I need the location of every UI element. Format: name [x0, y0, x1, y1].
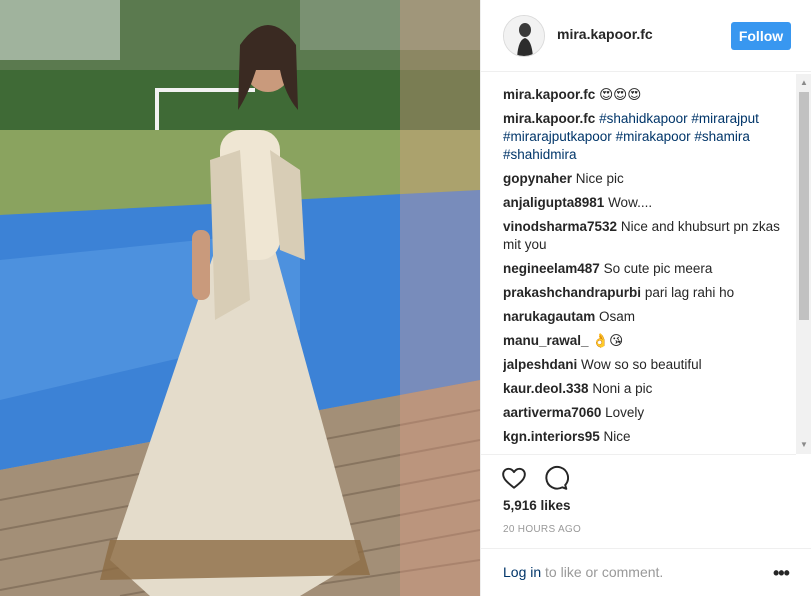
comment-text: pari lag rahi ho	[644, 285, 735, 300]
post-actions	[481, 454, 796, 494]
login-prompt-text: to like or comment.	[541, 564, 664, 580]
scroll-down-arrow-icon[interactable]: ▼	[796, 438, 811, 452]
login-link[interactable]: Log in	[503, 564, 541, 580]
comments-scrollbar[interactable]: ▲ ▼	[796, 74, 811, 454]
avatar-image	[504, 16, 544, 56]
photo-illustration	[0, 0, 480, 596]
caption-username[interactable]: mira.kapoor.fc	[503, 87, 595, 102]
author-avatar[interactable]	[503, 15, 545, 57]
likes-count[interactable]: 5,916 likes	[503, 498, 571, 513]
follow-button[interactable]: Follow	[731, 22, 791, 50]
comment-text: So cute pic meera	[603, 261, 713, 276]
comment-text: Osam	[599, 309, 636, 324]
hashtag-link[interactable]: #mirarajput	[691, 111, 759, 126]
comment-username[interactable]: manu_rawal_	[503, 333, 589, 348]
comment-username[interactable]: narukagautam	[503, 309, 595, 324]
comment-username[interactable]: mira.kapoor.fc	[503, 111, 595, 126]
caption-text: 😍😍😍	[599, 87, 642, 102]
comment-text: Lovely	[605, 405, 645, 420]
comment-text: Wow so so beautiful	[581, 357, 702, 372]
post-photo[interactable]	[0, 0, 480, 596]
comment-row: anjaligupta8981 Wow....	[503, 194, 793, 212]
hashtag-link[interactable]: #mirakapoor	[616, 129, 691, 144]
hashtag-link[interactable]: #shahidmira	[503, 147, 577, 162]
comment-username[interactable]: gopynaher	[503, 171, 572, 186]
comment-username[interactable]: kaur.deol.338	[503, 381, 589, 396]
hashtag-link[interactable]: #mirarajputkapoor	[503, 129, 612, 144]
comment-text: Wow....	[608, 195, 653, 210]
hashtag-link[interactable]: #shahidkapoor	[599, 111, 688, 126]
comment-row: vinodsharma7532 Nice and khubsurt pn zka…	[503, 218, 793, 254]
comment-row: jalpeshdani Wow so so beautiful	[503, 356, 793, 374]
post-details-panel: mira.kapoor.fc Follow mira.kapoor.fc 😍😍😍…	[480, 0, 811, 596]
comment-row: kgn.interiors95 Nice	[503, 428, 793, 446]
comment-row: gopynaher Nice pic	[503, 170, 793, 188]
author-username[interactable]: mira.kapoor.fc	[557, 26, 653, 42]
post-footer: Log in to like or comment. •••	[481, 548, 811, 596]
post-timestamp[interactable]: 20 HOURS AGO	[503, 524, 581, 535]
comment-username[interactable]: negineelam487	[503, 261, 600, 276]
hashtag-comment: mira.kapoor.fc #shahidkapoor #mirarajput…	[503, 110, 793, 164]
comment-username[interactable]: vinodsharma7532	[503, 219, 617, 234]
comment-row: negineelam487 So cute pic meera	[503, 260, 793, 278]
comment-row: prakashchandrapurbi pari lag rahi ho	[503, 284, 793, 302]
comment-row: manu_rawal_ 👌😘	[503, 332, 793, 350]
login-prompt: Log in to like or comment.	[503, 564, 663, 580]
ellipsis-icon[interactable]: •••	[773, 563, 790, 584]
comment-username[interactable]: aartiverma7060	[503, 405, 601, 420]
comment-username[interactable]: prakashchandrapurbi	[503, 285, 641, 300]
comment-username[interactable]: anjaligupta8981	[503, 195, 604, 210]
heart-outline-icon[interactable]	[501, 465, 527, 491]
comment-text: 👌😘	[592, 333, 624, 348]
comment-row: aartiverma7060 Lovely	[503, 404, 793, 422]
speech-bubble-icon[interactable]	[543, 465, 569, 491]
scrollbar-thumb[interactable]	[799, 92, 809, 320]
caption: mira.kapoor.fc 😍😍😍	[503, 86, 793, 104]
comment-username[interactable]: jalpeshdani	[503, 357, 577, 372]
comment-text: Nice	[603, 429, 631, 444]
hashtag-link[interactable]: #shamira	[694, 129, 750, 144]
comments-list: mira.kapoor.fc 😍😍😍 mira.kapoor.fc #shahi…	[503, 86, 793, 454]
scroll-up-arrow-icon[interactable]: ▲	[796, 76, 811, 90]
comment-row: kaur.deol.338 Noni a pic	[503, 380, 793, 398]
comment-text: Noni a pic	[592, 381, 653, 396]
comment-username[interactable]: kgn.interiors95	[503, 429, 600, 444]
post-header: mira.kapoor.fc Follow	[481, 0, 811, 72]
comment-row: narukagautam Osam	[503, 308, 793, 326]
comment-text: Nice pic	[575, 171, 624, 186]
